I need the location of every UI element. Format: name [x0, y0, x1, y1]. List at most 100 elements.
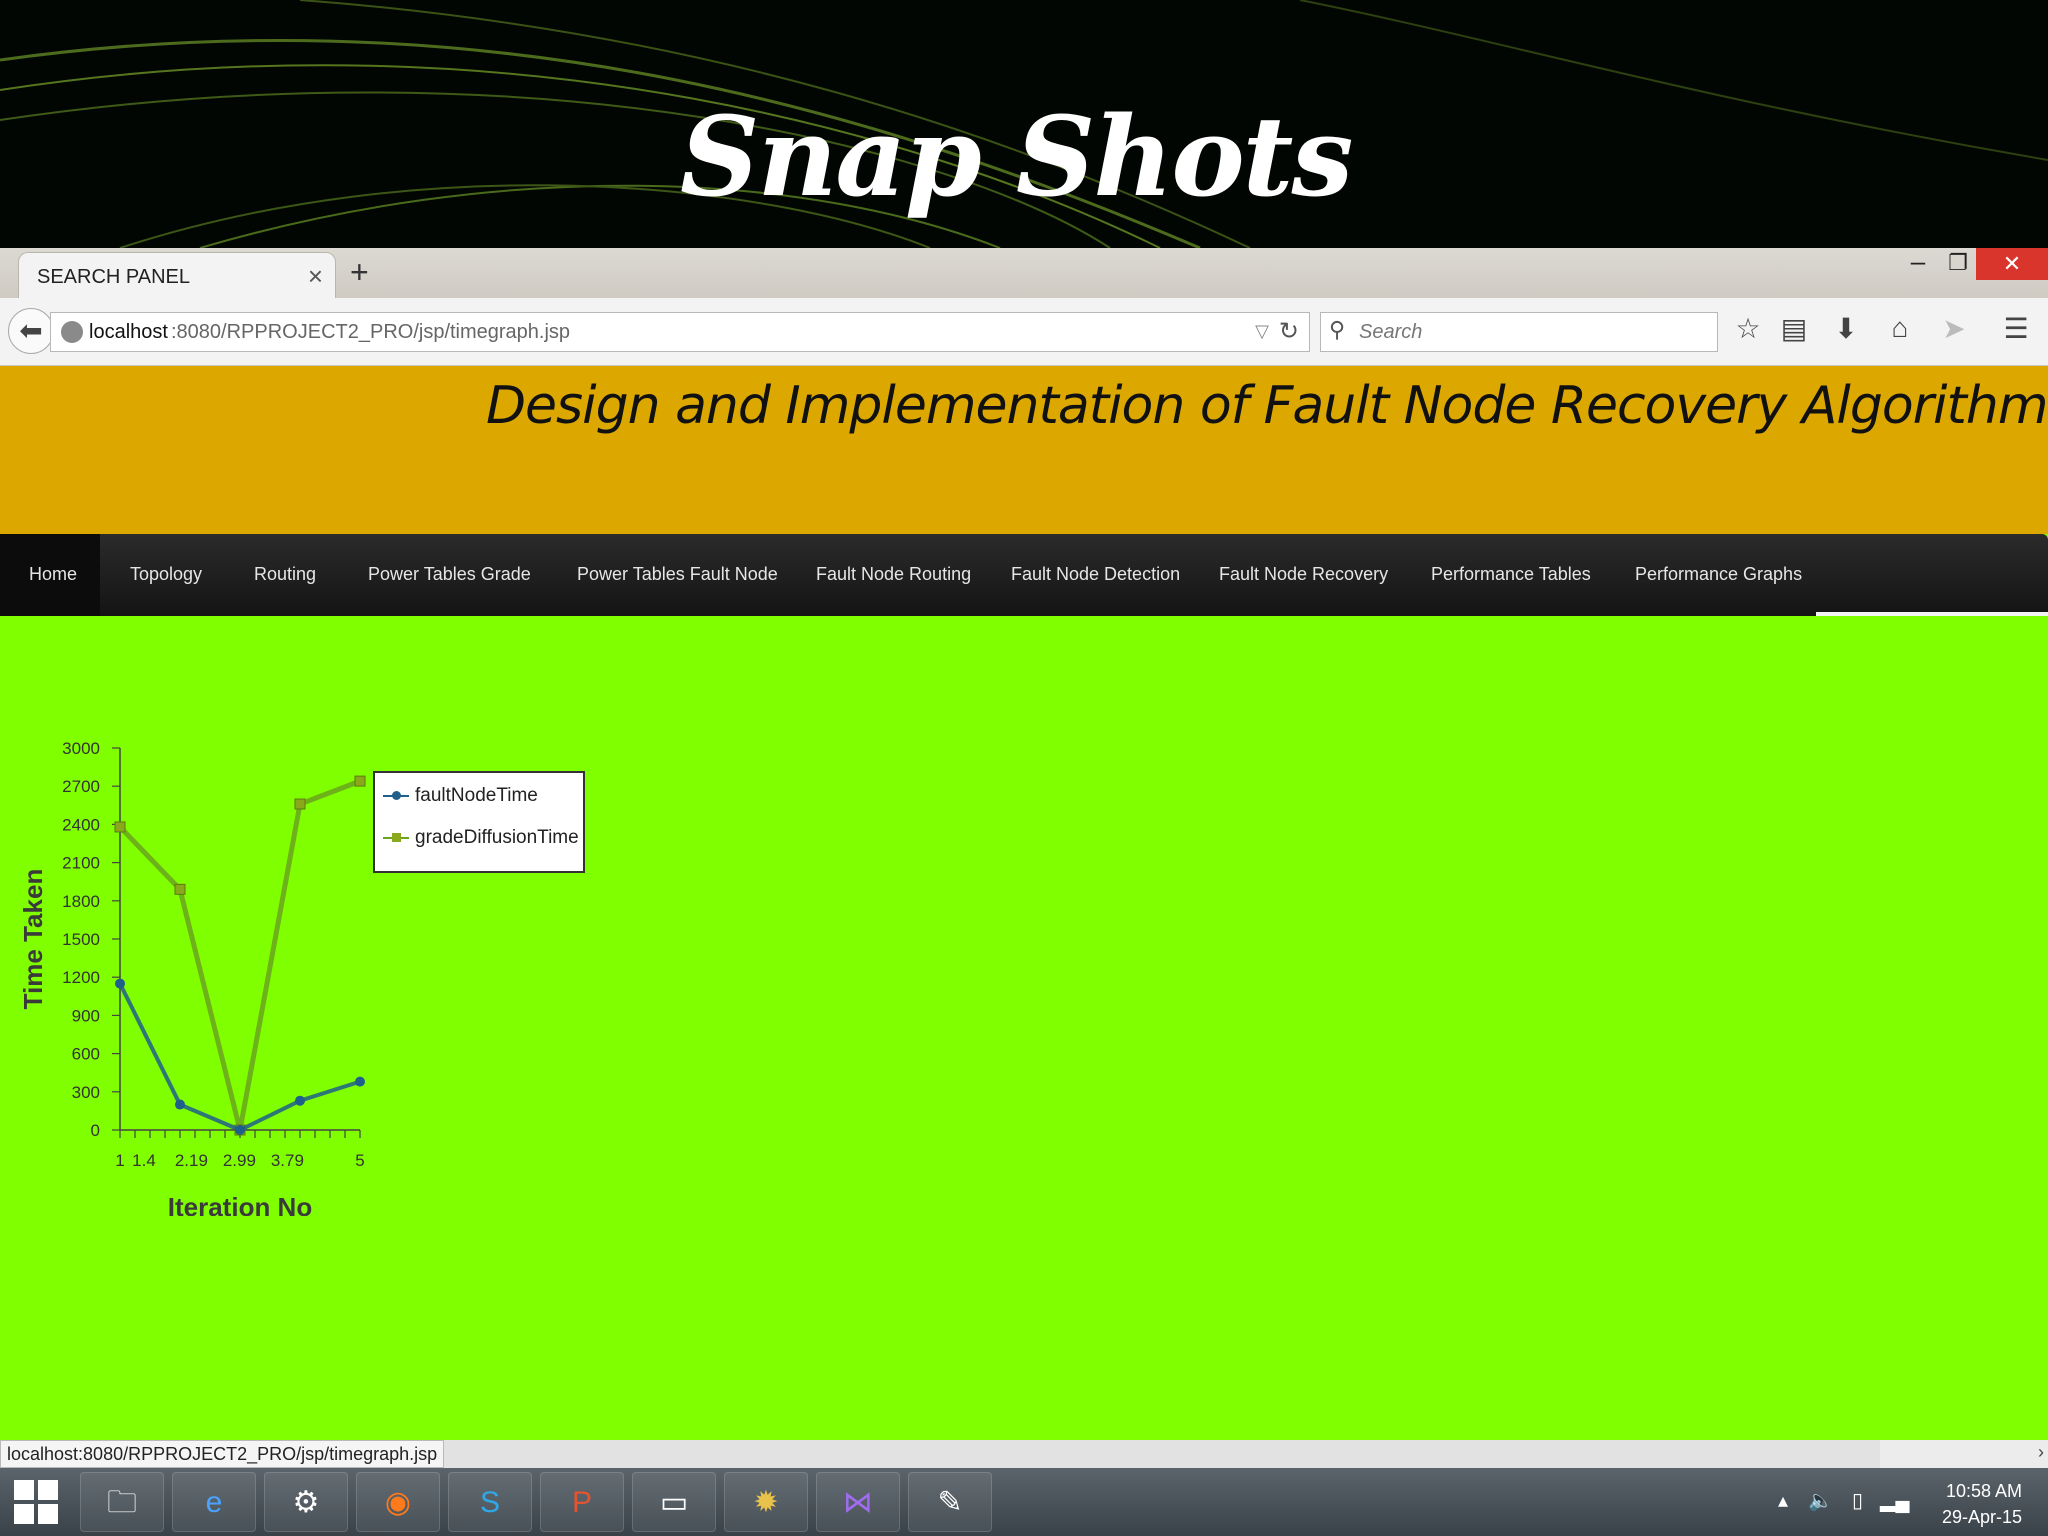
data-point-faultNodeTime: [355, 1076, 365, 1087]
skype-icon: S: [479, 1486, 500, 1519]
y-tick-label: 0: [91, 1121, 100, 1140]
folder-icon: 🗀: [107, 1486, 137, 1519]
x-tick-label: 2.99: [223, 1151, 256, 1170]
slide-banner: Snap Shots: [0, 0, 2048, 248]
search-icon: ⚲: [1329, 317, 1346, 342]
paint-button[interactable]: ✎: [908, 1472, 992, 1532]
y-tick-label: 900: [72, 1006, 100, 1025]
menu-item-fault-node-routing[interactable]: Fault Node Routing: [816, 564, 971, 585]
y-axis-label: Time Taken: [18, 869, 48, 1010]
legend-label: gradeDiffusionTime: [415, 827, 579, 848]
system-clock[interactable]: 10:58 AM 29-Apr-15: [1942, 1478, 2022, 1530]
reload-icon[interactable]: ↻: [1279, 317, 1299, 346]
menu-item-topology[interactable]: Topology: [130, 564, 202, 585]
file-explorer-button[interactable]: 🗀: [80, 1472, 164, 1532]
menu-item-fault-node-recovery[interactable]: Fault Node Recovery: [1219, 564, 1388, 585]
series-line-gradeDiffusionTime: [118, 778, 361, 1131]
volume-muted-icon[interactable]: 🔈: [1808, 1488, 1833, 1513]
reading-list-icon[interactable]: ▤: [1774, 312, 1814, 345]
windows-logo-icon: [14, 1480, 34, 1500]
skype-button[interactable]: S: [448, 1472, 532, 1532]
tab-close-icon[interactable]: ×: [308, 261, 323, 292]
settings-app-button[interactable]: ⚙: [264, 1472, 348, 1532]
series-line-faultNodeTime: [118, 982, 361, 1133]
clock-time: 10:58 AM: [1945, 1481, 2022, 1501]
data-point-gradeDiffusionTime: [354, 775, 366, 787]
x-tick-label: 1.4: [132, 1151, 156, 1170]
data-point-faultNodeTime: [295, 1095, 305, 1106]
y-tick-label: 2100: [62, 854, 100, 873]
clock-date: 29-Apr-15: [1941, 1507, 2022, 1527]
data-point-faultNodeTime: [115, 978, 125, 989]
site-title: Design and Implementation of Fault Node …: [486, 376, 2048, 436]
bookmark-star-icon[interactable]: ☆: [1728, 312, 1768, 345]
url-path: :8080/RPPROJECT2_PRO/jsp/timegraph.jsp: [171, 321, 571, 343]
menu-active-underline: [1816, 612, 2048, 616]
battery-icon[interactable]: ▯: [1852, 1488, 1863, 1513]
tab-title: SEARCH PANEL: [37, 266, 191, 288]
menu-item-fault-node-detection[interactable]: Fault Node Detection: [1011, 564, 1180, 585]
url-bar[interactable]: localhost :8080/RPPROJECT2_PRO/jsp/timeg…: [50, 312, 1310, 352]
media-app-button[interactable]: ⋈: [816, 1472, 900, 1532]
x-tick-label: 5: [355, 1151, 364, 1170]
time-graph-chart: 0 300 600 900 1200 1500 1800 2100 2400 2700 3000 1 1…: [18, 739, 366, 1216]
internet-explorer-button[interactable]: e: [172, 1472, 256, 1532]
legend-marker-icon: [392, 791, 401, 800]
web-page: Design and Implementation of Fault Node …: [0, 366, 2048, 1440]
download-icon[interactable]: ⬇: [1826, 312, 1866, 345]
menu-icon[interactable]: ☰: [1996, 312, 2036, 345]
firefox-button[interactable]: ◉: [356, 1472, 440, 1532]
home-icon[interactable]: ⌂: [1880, 312, 1920, 344]
menu-item-performance-tables[interactable]: Performance Tables: [1431, 564, 1591, 585]
data-point-gradeDiffusionTime: [174, 883, 186, 895]
start-button[interactable]: [14, 1480, 58, 1524]
performance-monitor-button[interactable]: ▭: [632, 1472, 716, 1532]
site-info-icon[interactable]: [61, 321, 83, 343]
share-icon[interactable]: ➤: [1934, 312, 1974, 345]
data-point-gradeDiffusionTime: [114, 821, 126, 833]
screen: Snap Shots SEARCH PANEL × + – ❐ ✕ ⬅ loca…: [0, 0, 2048, 1536]
horizontal-scrollbar[interactable]: ›: [1880, 1440, 2048, 1468]
legend-marker-icon: [392, 833, 401, 842]
back-button[interactable]: ⬅: [8, 308, 54, 354]
menu-item-performance-graphs[interactable]: Performance Graphs: [1635, 564, 1802, 585]
new-tab-button[interactable]: +: [350, 254, 369, 291]
search-placeholder: Search: [1359, 321, 1423, 343]
menu-item-routing[interactable]: Routing: [254, 564, 316, 585]
browser-tab[interactable]: SEARCH PANEL ×: [18, 252, 336, 298]
status-url: localhost:8080/RPPROJECT2_PRO/jsp/timegr…: [0, 1440, 445, 1468]
windows-logo-icon: [14, 1504, 34, 1524]
tray-expand-icon[interactable]: ▴: [1778, 1488, 1788, 1513]
menu-item-power-tables-fault-node[interactable]: Power Tables Fault Node: [577, 564, 778, 585]
firefox-icon: ◉: [384, 1486, 412, 1519]
gear-icon: ⚙: [292, 1486, 320, 1519]
java-ee-ide-button[interactable]: ✹: [724, 1472, 808, 1532]
browser-statusbar: localhost:8080/RPPROJECT2_PRO/jsp/timegr…: [0, 1440, 2048, 1468]
x-tick-label: 3.79: [271, 1151, 304, 1170]
y-tick-label: 300: [72, 1083, 100, 1102]
window-minimize-button[interactable]: –: [1900, 248, 1936, 280]
browser-navbar: ⬅ localhost :8080/RPPROJECT2_PRO/jsp/tim…: [0, 298, 2048, 366]
media-icon: ⋈: [843, 1486, 873, 1519]
windows-logo-icon: [38, 1480, 58, 1500]
x-tick-label: 1: [115, 1151, 124, 1170]
url-history-dropdown-icon[interactable]: ▽: [1255, 321, 1269, 342]
slide-title: Snap Shots: [680, 92, 1353, 221]
y-tick-label: 2400: [62, 815, 100, 834]
menu-item-home[interactable]: Home: [29, 564, 77, 585]
y-tick-label: 1500: [62, 930, 100, 949]
url-host: localhost: [89, 321, 168, 343]
menu-item-power-tables-grade[interactable]: Power Tables Grade: [368, 564, 531, 585]
search-input[interactable]: ⚲ Search: [1320, 312, 1718, 352]
scroll-right-icon[interactable]: ›: [2038, 1442, 2044, 1463]
x-axis-label: Iteration No: [168, 1192, 312, 1216]
window-close-button[interactable]: ✕: [1976, 248, 2048, 280]
window-restore-button[interactable]: ❐: [1940, 248, 1976, 280]
y-tick-label: 3000: [62, 739, 100, 758]
windows-logo-icon: [38, 1504, 58, 1524]
site-menu: Home Topology Routing Power Tables Grade…: [0, 534, 2048, 616]
monitor-icon: ▭: [659, 1486, 689, 1519]
powerpoint-button[interactable]: P: [540, 1472, 624, 1532]
network-icon[interactable]: ▂▄: [1880, 1488, 1910, 1513]
data-point-faultNodeTime: [175, 1099, 185, 1110]
